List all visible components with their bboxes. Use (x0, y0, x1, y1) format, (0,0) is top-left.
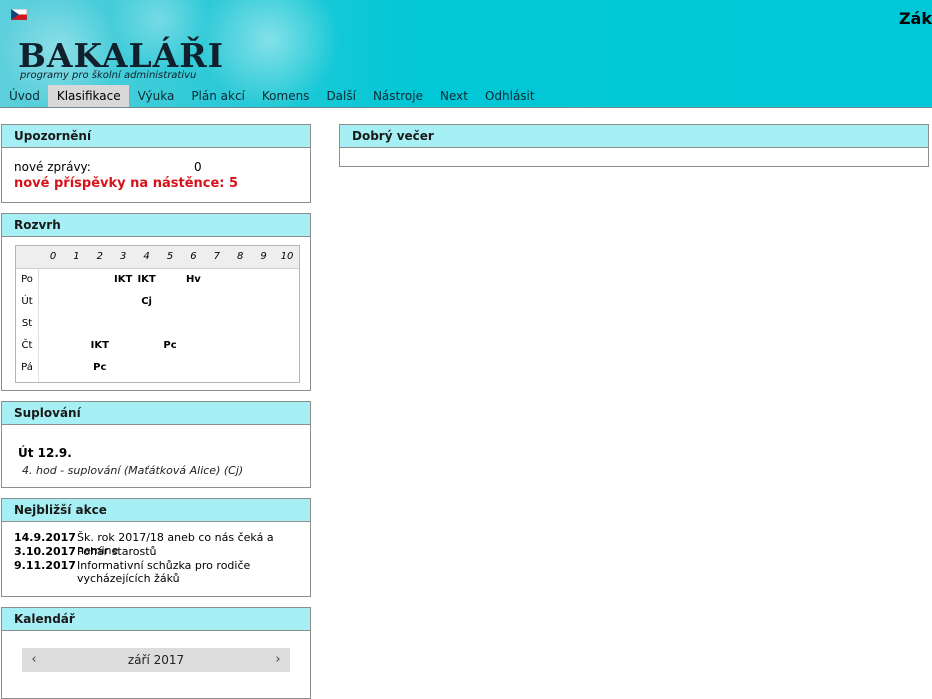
board-posts-label: nové příspěvky na nástěnce: (14, 176, 225, 191)
calendar-month-label: září 2017 (127, 653, 185, 667)
timetable-hour-label: 3 (120, 251, 127, 262)
calendar-month-bar: ‹ září 2017 › (22, 648, 290, 672)
timetable-lesson[interactable]: IKT (135, 274, 159, 285)
timetable-hour-label: 7 (213, 251, 220, 262)
new-messages-count: 0 (194, 160, 202, 174)
czech-flag-icon[interactable] (11, 9, 27, 20)
substitutions-panel: Suplování Út 12.9. 4. hod - suplování (M… (1, 401, 311, 488)
app-header: BAKALÁŘI programy pro školní administrat… (0, 0, 932, 108)
events-title: Nejbližší akce (2, 499, 310, 522)
calendar-title: Kalendář (2, 608, 310, 631)
event-text: Informativní schůzka pro rodiče vycházej… (77, 559, 251, 585)
timetable-grid: 0 1 2 3 4 5 6 7 8 9 10 Po IKT IKT Hv Út Cj St Čt IKT Pc Pá Pc (15, 245, 300, 383)
timetable-hour-label: 9 (260, 251, 267, 262)
menu-item-komens[interactable]: Komens (253, 85, 318, 107)
timetable-hour-label: 1 (73, 251, 80, 262)
substitutions-title: Suplování (2, 402, 310, 425)
menu-item-odhlasit[interactable]: Odhlásit (476, 85, 543, 107)
alerts-title: Upozornění (2, 125, 310, 148)
calendar-next-button[interactable]: › (266, 648, 290, 672)
menu-item-dalsi[interactable]: Další (317, 85, 364, 107)
greeting-panel: Dobrý večer (339, 124, 929, 167)
timetable-lesson[interactable]: Hv (181, 274, 205, 285)
timetable-lesson[interactable]: Pc (158, 340, 182, 351)
user-name: Zák (898, 9, 932, 28)
main-menu: Úvod Klasifikace Výuka Plán akcí Komens … (0, 85, 543, 107)
timetable-hour-label: 2 (96, 251, 103, 262)
board-posts-row[interactable]: nové příspěvky na nástěnce: 5 (14, 176, 238, 191)
new-messages-row[interactable]: nové zprávy: 0 (14, 160, 204, 174)
timetable-lesson[interactable]: IKT (88, 340, 112, 351)
greeting-title: Dobrý večer (340, 125, 928, 148)
timetable-hour-label: 6 (190, 251, 197, 262)
timetable-hour-label: 5 (166, 251, 174, 262)
timetable-lesson[interactable]: IKT (111, 274, 135, 285)
timetable-panel: Rozvrh 0 1 2 3 4 5 6 7 8 9 10 Po IKT IKT Hv Út Cj St Čt IK… (1, 213, 311, 391)
timetable-header-row: 0 1 2 3 4 5 6 7 8 9 10 (16, 246, 299, 269)
timetable-hour-label: 0 (49, 251, 57, 262)
timetable-day-label: Pá (21, 362, 33, 373)
new-messages-label: nové zprávy: (14, 160, 91, 174)
event-date: 9.11.2017 (14, 559, 76, 572)
app-tagline: programy pro školní administrativu (20, 70, 197, 81)
timetable-day-label: St (21, 318, 33, 329)
timetable-hour-label: 8 (237, 251, 244, 262)
menu-item-vyuka[interactable]: Výuka (129, 85, 183, 107)
board-posts-count: 5 (229, 176, 239, 191)
menu-item-next[interactable]: Next (431, 85, 476, 107)
timetable-day-label: Čt (21, 340, 33, 351)
timetable-hour-label: 10 (280, 251, 294, 262)
menu-item-plan-akci[interactable]: Plán akcí (182, 85, 253, 107)
menu-item-klasifikace[interactable]: Klasifikace (47, 85, 129, 107)
alerts-panel: Upozornění nové zprávy: 0 nové příspěvky… (1, 124, 311, 203)
event-item[interactable]: 3.10.2017 Pohár starostů (14, 545, 297, 558)
timetable-hour-label: 4 (143, 251, 150, 262)
event-date: 3.10.2017 (14, 545, 76, 558)
calendar-panel: Kalendář ‹ září 2017 › (1, 607, 311, 699)
timetable-title: Rozvrh (2, 214, 310, 237)
timetable-lesson[interactable]: Pc (88, 362, 112, 373)
menu-item-uvod[interactable]: Úvod (0, 85, 48, 107)
substitution-note: 4. hod - suplování (Maťátková Alice) (Cj… (22, 464, 244, 477)
substitution-day: Út 12.9. (18, 446, 72, 460)
timetable-day-label: Po (21, 274, 33, 285)
events-panel: Nejbližší akce 14.9.2017 Šk. rok 2017/18… (1, 498, 311, 597)
menu-item-nastroje[interactable]: Nástroje (364, 85, 431, 107)
timetable-day-label: Út (21, 296, 33, 307)
timetable-lesson[interactable]: Cj (135, 296, 159, 307)
event-text: Pohár starostů (77, 545, 157, 558)
event-item[interactable]: 9.11.2017 Informativní schůzka pro rodič… (14, 559, 297, 585)
